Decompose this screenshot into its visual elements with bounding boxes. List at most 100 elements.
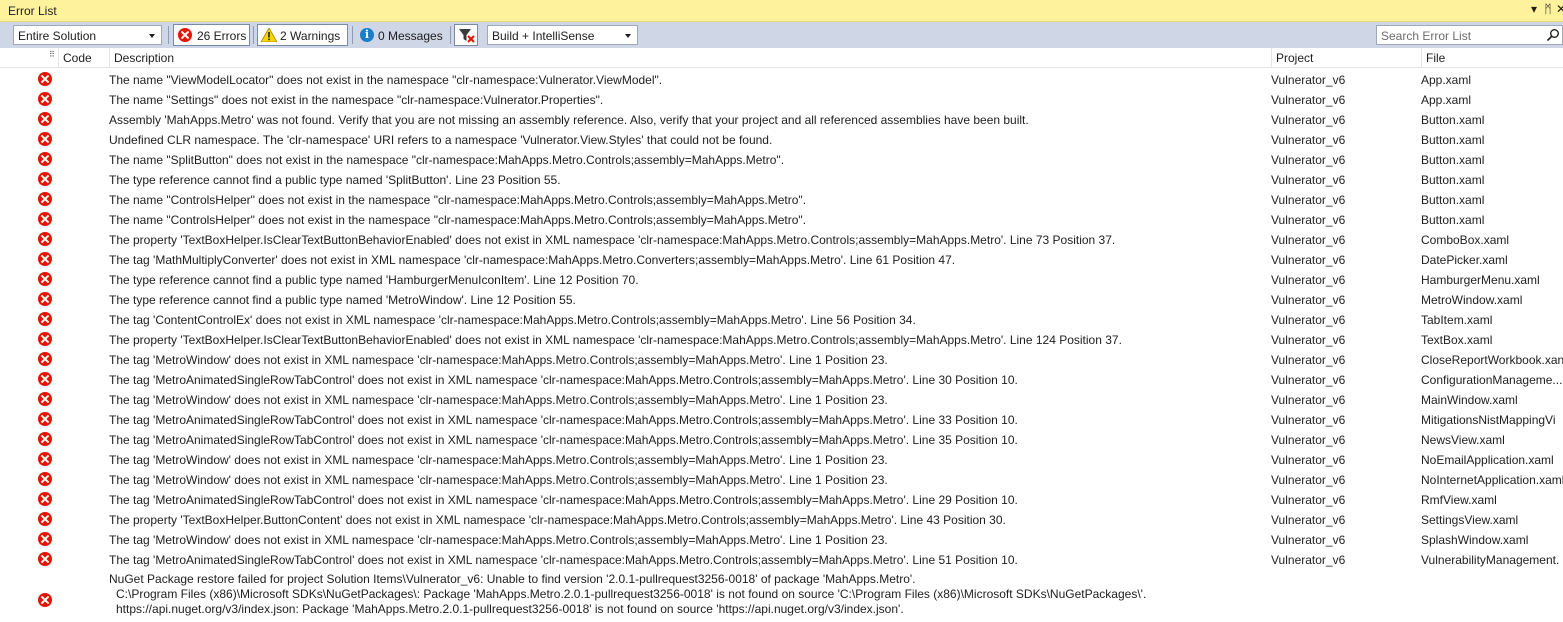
table-row[interactable]: The type reference cannot find a public … bbox=[0, 289, 1563, 309]
error-project: Vulnerator_v6 bbox=[1271, 513, 1346, 527]
error-description: The type reference cannot find a public … bbox=[109, 173, 561, 187]
error-project: Vulnerator_v6 bbox=[1271, 273, 1346, 287]
error-icon bbox=[38, 192, 52, 206]
table-row[interactable]: The tag 'ContentControlEx' does not exis… bbox=[0, 309, 1563, 329]
error-icon bbox=[38, 232, 52, 246]
column-project[interactable]: Project bbox=[1271, 48, 1421, 68]
error-project: Vulnerator_v6 bbox=[1271, 333, 1346, 347]
error-description: The tag 'MetroWindow' does not exist in … bbox=[109, 453, 888, 467]
table-row[interactable]: The type reference cannot find a public … bbox=[0, 169, 1563, 189]
window-menu-icon[interactable]: ▾ bbox=[1527, 2, 1541, 16]
table-row[interactable]: The tag 'MetroWindow' does not exist in … bbox=[0, 469, 1563, 489]
table-row[interactable]: The type reference cannot find a public … bbox=[0, 269, 1563, 289]
error-file: ComboBox.xaml bbox=[1421, 233, 1510, 247]
column-project-label: Project bbox=[1276, 51, 1314, 65]
error-file: App.xaml bbox=[1421, 73, 1472, 87]
error-icon bbox=[38, 172, 52, 186]
table-row[interactable]: The name "SplitButton" does not exist in… bbox=[0, 149, 1563, 169]
error-icon bbox=[38, 512, 52, 526]
table-row[interactable]: The tag 'MetroWindow' does not exist in … bbox=[0, 349, 1563, 369]
title-bar: Error List ▾ ᛗ ✕ bbox=[0, 0, 1563, 22]
error-icon bbox=[38, 593, 52, 607]
error-file: MitigationsNistMappingVi bbox=[1421, 413, 1556, 427]
error-icon bbox=[38, 112, 52, 126]
column-file[interactable]: File bbox=[1421, 48, 1563, 68]
error-file: Button.xaml bbox=[1421, 113, 1485, 127]
table-row[interactable]: The property 'TextBoxHelper.IsClearTextB… bbox=[0, 229, 1563, 249]
column-code[interactable]: Code bbox=[58, 48, 109, 68]
error-project: Vulnerator_v6 bbox=[1271, 213, 1346, 227]
info-icon: i bbox=[360, 28, 374, 42]
error-description: The name "SplitButton" does not exist in… bbox=[109, 153, 785, 167]
error-icon bbox=[38, 72, 52, 86]
nuget-error-line: C:\Program Files (x86)\Microsoft SDKs\Nu… bbox=[116, 587, 1147, 601]
error-project: Vulnerator_v6 bbox=[1271, 73, 1346, 87]
error-project: Vulnerator_v6 bbox=[1271, 533, 1346, 547]
table-row[interactable]: The tag 'MetroAnimatedSingleRowTabContro… bbox=[0, 549, 1563, 569]
error-file: NewsView.xaml bbox=[1421, 433, 1505, 447]
error-project: Vulnerator_v6 bbox=[1271, 353, 1346, 367]
search-icon[interactable] bbox=[1546, 28, 1560, 42]
table-row[interactable]: The name "Settings" does not exist in th… bbox=[0, 89, 1563, 109]
table-row[interactable]: The name "ControlsHelper" does not exist… bbox=[0, 189, 1563, 209]
column-description[interactable]: Description bbox=[109, 48, 1271, 68]
scope-dropdown[interactable]: Entire Solution bbox=[13, 25, 162, 45]
error-file: NoInternetApplication.xaml bbox=[1421, 473, 1563, 487]
error-project: Vulnerator_v6 bbox=[1271, 413, 1346, 427]
table-row[interactable]: The tag 'MetroWindow' does not exist in … bbox=[0, 529, 1563, 549]
nuget-error-line: NuGet Package restore failed for project… bbox=[109, 572, 916, 586]
table-row[interactable]: Undefined CLR namespace. The 'clr-namesp… bbox=[0, 129, 1563, 149]
table-row[interactable]: The tag 'MetroWindow' does not exist in … bbox=[0, 449, 1563, 469]
close-icon[interactable]: ✕ bbox=[1554, 2, 1563, 16]
pin-icon[interactable]: ᛗ bbox=[1541, 2, 1555, 16]
error-project: Vulnerator_v6 bbox=[1271, 133, 1346, 147]
table-row[interactable]: The tag 'MetroAnimatedSingleRowTabContro… bbox=[0, 429, 1563, 449]
table-row[interactable]: The name "ViewModelLocator" does not exi… bbox=[0, 69, 1563, 89]
error-project: Vulnerator_v6 bbox=[1271, 433, 1346, 447]
error-description: The tag 'MetroWindow' does not exist in … bbox=[109, 393, 888, 407]
table-row[interactable]: The name "ControlsHelper" does not exist… bbox=[0, 209, 1563, 229]
table-row[interactable]: The property 'TextBoxHelper.ButtonConten… bbox=[0, 509, 1563, 529]
error-file: MetroWindow.xaml bbox=[1421, 293, 1523, 307]
build-filter-value: Build + IntelliSense bbox=[492, 29, 595, 43]
error-file: Button.xaml bbox=[1421, 153, 1485, 167]
table-row[interactable]: The tag 'MetroAnimatedSingleRowTabContro… bbox=[0, 409, 1563, 429]
messages-filter-button[interactable]: i 0 Messages bbox=[356, 24, 446, 46]
error-icon bbox=[38, 552, 52, 566]
search-input[interactable]: Search Error List bbox=[1376, 25, 1563, 45]
error-description: The name "ViewModelLocator" does not exi… bbox=[109, 73, 663, 87]
table-row[interactable]: The tag 'MetroWindow' does not exist in … bbox=[0, 389, 1563, 409]
errors-filter-button[interactable]: 26 Errors bbox=[173, 24, 250, 46]
error-description: Assembly 'MahApps.Metro' was not found. … bbox=[109, 113, 1029, 127]
error-description: The tag 'MathMultiplyConverter' does not… bbox=[109, 253, 956, 267]
warnings-filter-button[interactable]: 2 Warnings bbox=[257, 24, 348, 46]
errors-filter-label: 26 Errors bbox=[197, 29, 247, 43]
clear-filter-button[interactable] bbox=[454, 24, 478, 46]
error-description: The tag 'MetroWindow' does not exist in … bbox=[109, 473, 888, 487]
window-title: Error List bbox=[8, 4, 57, 18]
column-file-label: File bbox=[1426, 51, 1446, 65]
toolbar-separator bbox=[168, 26, 169, 44]
error-project: Vulnerator_v6 bbox=[1271, 193, 1346, 207]
error-file: App.xaml bbox=[1421, 93, 1472, 107]
table-row[interactable]: The tag 'MathMultiplyConverter' does not… bbox=[0, 249, 1563, 269]
table-row[interactable]: The tag 'MetroAnimatedSingleRowTabContro… bbox=[0, 369, 1563, 389]
error-description: The tag 'MetroWindow' does not exist in … bbox=[109, 353, 888, 367]
error-project: Vulnerator_v6 bbox=[1271, 393, 1346, 407]
error-file: TabItem.xaml bbox=[1421, 313, 1493, 327]
table-row[interactable]: The property 'TextBoxHelper.IsClearTextB… bbox=[0, 329, 1563, 349]
error-project: Vulnerator_v6 bbox=[1271, 453, 1346, 467]
error-project: Vulnerator_v6 bbox=[1271, 493, 1346, 507]
error-description: The tag 'MetroWindow' does not exist in … bbox=[109, 533, 888, 547]
table-row[interactable]: NuGet Package restore failed for project… bbox=[0, 571, 1563, 622]
error-description: The tag 'MetroAnimatedSingleRowTabContro… bbox=[109, 433, 1018, 447]
error-description: The tag 'MetroAnimatedSingleRowTabContro… bbox=[109, 373, 1018, 387]
error-description: The name "Settings" does not exist in th… bbox=[109, 93, 604, 107]
error-file: NoEmailApplication.xaml bbox=[1421, 453, 1554, 467]
build-filter-dropdown[interactable]: Build + IntelliSense bbox=[487, 25, 638, 45]
table-row[interactable]: The tag 'MetroAnimatedSingleRowTabContro… bbox=[0, 489, 1563, 509]
table-row[interactable]: Assembly 'MahApps.Metro' was not found. … bbox=[0, 109, 1563, 129]
warnings-filter-label: 2 Warnings bbox=[280, 29, 341, 43]
error-file: SplashWindow.xaml bbox=[1421, 533, 1529, 547]
error-project: Vulnerator_v6 bbox=[1271, 113, 1346, 127]
